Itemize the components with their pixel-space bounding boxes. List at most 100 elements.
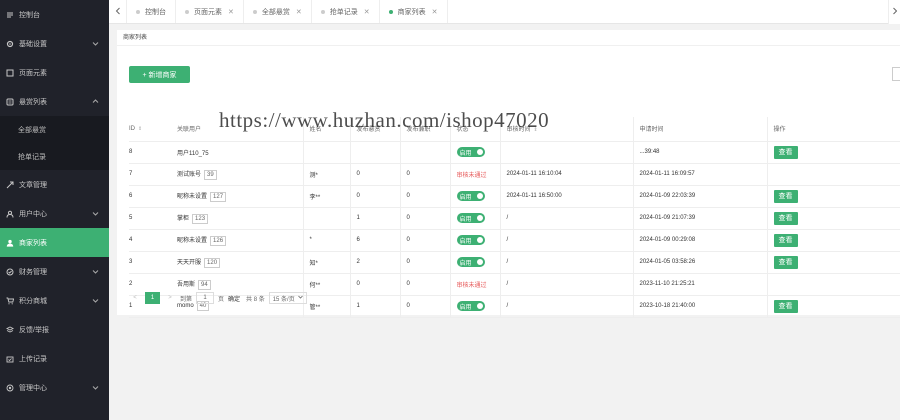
cell-name: 管** [302, 295, 350, 318]
col-header-id[interactable]: ID ⇕ [129, 117, 177, 142]
tab-scroll-right[interactable] [888, 0, 900, 24]
page-title: 商家列表 [117, 30, 900, 46]
cell-bounty: 1 [349, 207, 400, 230]
cell-name [302, 141, 350, 164]
sidebar-item-user-center[interactable]: 用户中心 [0, 199, 109, 228]
goto-page-input[interactable]: 1 [196, 292, 215, 304]
cell-name [302, 207, 350, 230]
sidebar-subitem-grab-records[interactable]: 抢单记录 [0, 143, 109, 170]
chevron-down-icon [297, 295, 303, 301]
tab-scroll-left[interactable] [109, 0, 127, 23]
tab-page-elements[interactable]: 页面元素 ✕ [176, 0, 244, 23]
add-merchant-button[interactable]: + 新增商家 [129, 66, 190, 83]
col-header-name: 姓名 [302, 117, 350, 142]
next-page-button[interactable]: > [164, 292, 176, 304]
status-toggle[interactable]: 启用 [456, 257, 485, 267]
tab-all-bounties[interactable]: 全部悬赏 ✕ [244, 0, 312, 23]
cell-status: 启用 [449, 295, 500, 318]
chevron-right-icon [892, 7, 898, 17]
view-button[interactable]: 查看 [773, 233, 798, 247]
sidebar: 控制台 基础设置 页面元素 悬赏列表 全部悬赏 抢单记录 文章管理 用户中心 商… [0, 0, 109, 420]
sidebar-subitem-all-bounties[interactable]: 全部悬赏 [0, 116, 109, 143]
sidebar-item-label: 用户中心 [19, 210, 47, 218]
cell-review-time: / [499, 251, 633, 274]
cell-user: 用户110_75 [177, 141, 303, 164]
sidebar-submenu: 全部悬赏 抢单记录 [0, 116, 109, 170]
cell-status: 启用 [449, 251, 500, 274]
goto-confirm-button[interactable]: 确定 [228, 294, 240, 303]
cell-action: 查看 [766, 251, 900, 274]
tab-dot-icon [136, 9, 140, 14]
tab-dot-icon [320, 9, 325, 14]
sidebar-item-label: 文章管理 [19, 181, 47, 189]
close-icon[interactable]: ✕ [432, 8, 438, 16]
cell-review-time: / [499, 295, 633, 318]
tab-dot-icon [185, 9, 189, 14]
view-button[interactable]: 查看 [773, 299, 798, 313]
cell-parttime [399, 141, 450, 164]
page-unit-label: 页 [218, 296, 225, 303]
cell-apply-time: 2023-10-18 21:40:00 [632, 295, 767, 318]
col-header-parttime: 发布兼职 [399, 117, 450, 142]
close-icon[interactable]: ✕ [364, 8, 370, 16]
status-toggle[interactable]: 启用 [456, 191, 485, 201]
sidebar-item-label: 商家列表 [19, 239, 47, 247]
cell-status: 启用 [449, 141, 500, 164]
table-row: 3 天天开服 120 知* 2 0 启用 /2024-01-05 03:58:26 查看 [129, 251, 900, 274]
article-icon [5, 180, 14, 189]
user-id-tag: 120 [204, 257, 221, 268]
cell-review-time: 2024-01-11 16:10:04 [499, 163, 633, 186]
cart-icon [5, 296, 14, 305]
cell-review-time [499, 141, 633, 164]
page-size-select[interactable]: 15 条/页 [268, 292, 307, 304]
tab-merchant-list[interactable]: 商家列表 ✕ [380, 0, 448, 23]
cell-action: 查看 [766, 185, 900, 208]
sidebar-item-upload-records[interactable]: 上传记录 [0, 344, 109, 373]
tab-label: 商家列表 [397, 8, 426, 16]
close-icon[interactable]: ✕ [228, 8, 234, 16]
total-count: 共 8 条 [246, 296, 265, 303]
tab-grab-records[interactable]: 抢单记录 ✕ [312, 0, 380, 23]
cell-user: 测试账号 39 [177, 163, 303, 186]
chevron-up-icon [92, 98, 99, 105]
sidebar-item-articles[interactable]: 文章管理 [0, 170, 109, 199]
sidebar-item-admin-center[interactable]: 管理中心 [0, 373, 109, 402]
cell-parttime: 0 [399, 229, 450, 252]
sidebar-item-finance[interactable]: 财务管理 [0, 257, 109, 286]
sidebar-item-basic-settings[interactable]: 基础设置 [0, 29, 109, 58]
sort-icon[interactable]: ⇕ [534, 127, 539, 133]
sidebar-item-dashboard[interactable]: 控制台 [0, 0, 109, 29]
prev-page-button[interactable]: < [129, 292, 141, 304]
sidebar-item-points-mall[interactable]: 积分商城 [0, 286, 109, 315]
goto-label: 到第 [180, 296, 193, 303]
view-button[interactable]: 查看 [773, 145, 798, 159]
view-button[interactable]: 查看 [773, 255, 798, 269]
sidebar-item-feedback[interactable]: 反馈/举报 [0, 315, 109, 344]
sidebar-item-label: 反馈/举报 [19, 326, 49, 334]
status-toggle[interactable]: 启用 [456, 147, 485, 157]
status-toggle[interactable]: 启用 [456, 301, 485, 311]
user-id-tag: 94 [198, 279, 211, 290]
table-row: 4 昵称未设置 126 * 6 0 启用 /2024-01-09 00:29:08 查看 [129, 229, 900, 252]
cell-review-time: 2024-01-11 16:50:00 [499, 185, 633, 208]
user-id-tag: 39 [204, 169, 217, 180]
sidebar-item-bounty-list[interactable]: 悬赏列表 [0, 87, 109, 116]
sidebar-item-page-elements[interactable]: 页面元素 [0, 58, 109, 87]
col-header-action: 操作 [766, 117, 900, 142]
cell-apply-time: 2024-01-11 16:09:57 [632, 163, 767, 186]
page-1-button[interactable]: 1 [145, 292, 160, 304]
cell-parttime: 0 [399, 295, 450, 318]
status-toggle[interactable]: 启用 [456, 235, 485, 245]
filter-columns-button[interactable] [892, 67, 900, 81]
sidebar-item-label: 上传记录 [19, 355, 47, 363]
cell-status: 审核未通过 [449, 163, 500, 186]
sidebar-item-merchant-list[interactable]: 商家列表 [0, 228, 109, 257]
page-size-value: 15 条/页 [272, 296, 295, 303]
view-button[interactable]: 查看 [773, 211, 798, 225]
col-header-review-time[interactable]: 审核时间 ⇕ [499, 117, 633, 142]
view-button[interactable]: 查看 [773, 189, 798, 203]
sort-icon[interactable]: ⇕ [138, 126, 143, 132]
close-icon[interactable]: ✕ [296, 8, 302, 16]
tab-dashboard[interactable]: 控制台 [127, 0, 176, 23]
status-toggle[interactable]: 启用 [456, 213, 485, 223]
